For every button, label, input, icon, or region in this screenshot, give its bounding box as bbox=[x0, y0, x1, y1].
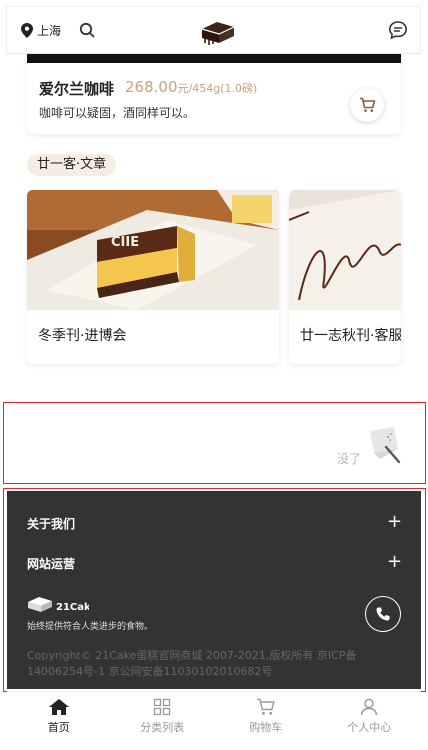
nav-item-categories[interactable]: 分类列表 bbox=[111, 692, 215, 750]
footer-about-us[interactable]: 关于我们 bbox=[27, 515, 75, 532]
top-header: 上海 bbox=[6, 6, 421, 54]
nav-label: 购物车 bbox=[249, 721, 283, 734]
product-price-block: 268.00元/454g(1.0磅) bbox=[125, 78, 257, 96]
article-image bbox=[289, 190, 401, 310]
search-button[interactable] bbox=[79, 22, 95, 38]
footer-brand: 21Cake bbox=[27, 594, 97, 618]
footer: 关于我们 + 网站运营 + 21Cake 始终提供符合人类进步的食物。 Copy… bbox=[7, 491, 421, 689]
cake-logo[interactable] bbox=[199, 17, 237, 51]
article-section-tag: 廿一客·文章 bbox=[27, 154, 117, 176]
nav-item-cart[interactable]: 购物车 bbox=[214, 692, 318, 750]
grid-icon bbox=[154, 698, 171, 716]
nav-item-profile[interactable]: 个人中心 bbox=[318, 692, 422, 750]
end-of-list: 没了 bbox=[3, 402, 426, 484]
footer-slogan: 始终提供符合人类进步的食物。 bbox=[27, 622, 154, 632]
phone-icon bbox=[376, 607, 390, 621]
product-name: 爱尔兰咖啡 bbox=[39, 80, 115, 98]
about-expand-icon[interactable]: + bbox=[387, 513, 402, 531]
empty-dish-icon bbox=[370, 427, 401, 464]
brand-text: 21Cake bbox=[56, 602, 89, 613]
product-card[interactable]: 爱尔兰咖啡 268.00元/454g(1.0磅) 咖啡可以疑固，酒同样可以。 bbox=[27, 54, 401, 134]
article-image: CIIE bbox=[27, 190, 279, 310]
page: 上海 爱尔兰咖啡 268.00元/454g(1.0磅) 咖啡可以疑固，酒同样可以… bbox=[0, 0, 428, 750]
home-icon bbox=[48, 699, 69, 715]
article-title: 廿一志秋刊·客服 bbox=[300, 328, 401, 344]
cake-logo-icon bbox=[201, 22, 235, 45]
product-price: 268.00 bbox=[125, 78, 178, 96]
location-label: 上海 bbox=[37, 23, 62, 38]
message-button[interactable] bbox=[388, 20, 408, 44]
bottom-nav: 首页 分类列表 购物车 个人中心 bbox=[7, 691, 421, 750]
nav-item-home[interactable]: 首页 bbox=[7, 692, 111, 750]
chat-bubble-icon bbox=[388, 21, 408, 40]
end-text: 没了 bbox=[337, 452, 362, 466]
cart-icon bbox=[359, 97, 375, 112]
operation-expand-icon[interactable]: + bbox=[387, 553, 402, 571]
brand-logo-icon: 21Cake bbox=[28, 597, 97, 613]
article-card[interactable]: 廿一志秋刊·客服 bbox=[289, 190, 401, 364]
nav-label: 首页 bbox=[47, 721, 70, 734]
product-image-edge bbox=[27, 54, 401, 63]
map-pin-icon bbox=[21, 22, 33, 38]
article-title: 冬季刊·进博会 bbox=[38, 328, 127, 344]
nav-label: 分类列表 bbox=[140, 721, 185, 734]
footer-site-operation[interactable]: 网站运营 bbox=[27, 555, 75, 572]
add-to-cart-button[interactable] bbox=[350, 88, 384, 122]
copyright-text: Copyright© 21Cake蛋糕官网商城 2007-2021,版权所有 京… bbox=[27, 649, 357, 678]
phone-button[interactable] bbox=[365, 596, 401, 632]
product-unit: 元/454g(1.0磅) bbox=[177, 82, 258, 95]
article-card[interactable]: CIIE 冬季刊·进博会 bbox=[27, 190, 279, 364]
user-icon bbox=[361, 698, 378, 716]
search-icon bbox=[79, 22, 95, 38]
svg-text:CIIE: CIIE bbox=[111, 235, 139, 250]
product-description: 咖啡可以疑固，酒同样可以。 bbox=[39, 106, 196, 120]
location-selector[interactable]: 上海 bbox=[21, 22, 61, 39]
nav-label: 个人中心 bbox=[347, 721, 392, 734]
cart-icon bbox=[256, 698, 275, 715]
